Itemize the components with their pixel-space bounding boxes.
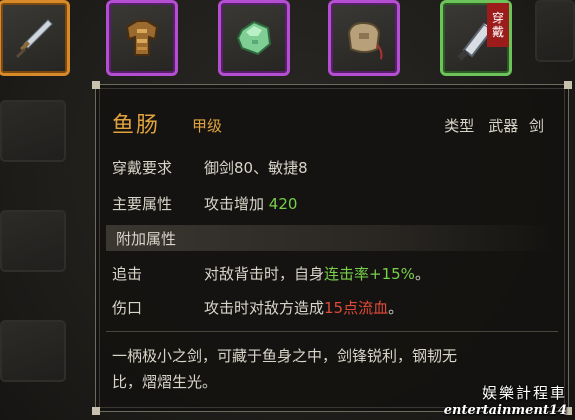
tooltip-corner bbox=[564, 81, 572, 89]
inventory-slot-armor[interactable] bbox=[106, 0, 178, 76]
jade-stone-icon bbox=[236, 20, 272, 56]
effect-name: 追击 bbox=[112, 265, 143, 283]
effect-row: 追击 对敌背击时，自身连击率+15%。 bbox=[112, 263, 430, 284]
effect-highlight: 连击率+15% bbox=[324, 265, 415, 283]
inventory-slot-empty[interactable] bbox=[535, 0, 575, 62]
extra-attributes-title: 附加属性 bbox=[116, 230, 177, 248]
item-grade: 甲级 bbox=[192, 117, 223, 135]
requirement-label: 穿戴要求 bbox=[112, 159, 173, 177]
main-attribute-text: 攻击增加 bbox=[204, 195, 265, 213]
inventory-slot-jade[interactable] bbox=[218, 0, 290, 76]
item-tooltip: 鱼肠 甲级 类型 武器 剑 穿戴要求 御剑80、敏捷8 主要属性 攻击增加 420 附… bbox=[92, 81, 572, 415]
requirement-value: 御剑80、敏捷8 bbox=[204, 159, 308, 177]
inventory-slot-empty[interactable] bbox=[0, 210, 66, 272]
leather-armor-icon bbox=[125, 20, 159, 56]
item-name: 鱼肠 bbox=[112, 113, 161, 138]
equipped-badge: 穿戴 bbox=[487, 3, 509, 47]
item-type: 类型 武器 剑 bbox=[444, 115, 544, 136]
description-line: 一柄极小之剑，可藏于鱼身之中，剑锋锐利，钢韧无 bbox=[112, 347, 458, 365]
effect-name: 伤口 bbox=[112, 299, 143, 317]
equipped-badge-label: 穿戴 bbox=[491, 11, 504, 39]
main-attribute-row: 主要属性 攻击增加 420 bbox=[112, 193, 297, 214]
effect-text-end: 。 bbox=[388, 299, 404, 317]
effect-text-end: 。 bbox=[414, 265, 430, 283]
tooltip-divider bbox=[106, 331, 558, 332]
requirement-row: 穿戴要求 御剑80、敏捷8 bbox=[112, 157, 308, 178]
inventory-slot-sword[interactable]: 穿戴 bbox=[440, 0, 512, 76]
inventory-slot-empty[interactable] bbox=[0, 320, 66, 382]
game-screen: 穿戴 鱼肠 甲级 类型 武器 剑 穿戴要求 御剑80、敏捷8 主要属性 攻击增加 42… bbox=[0, 0, 575, 420]
inventory-slot-dagger[interactable] bbox=[0, 0, 70, 76]
effect-highlight: 15点流血 bbox=[324, 299, 389, 317]
watermark: 娱樂計程車 entertainment14 bbox=[444, 382, 567, 418]
watermark-en: entertainment14 bbox=[443, 403, 567, 418]
item-type-value: 武器 剑 bbox=[488, 117, 544, 135]
item-type-label: 类型 bbox=[444, 117, 475, 135]
dagger-icon bbox=[16, 19, 53, 58]
tooltip-corner bbox=[92, 81, 100, 89]
main-attribute-label: 主要属性 bbox=[112, 195, 173, 213]
effect-row: 伤口 攻击时对敌方造成15点流血。 bbox=[112, 297, 403, 318]
tooltip-header: 鱼肠 甲级 类型 武器 剑 bbox=[106, 101, 558, 145]
inventory-slot-empty[interactable] bbox=[0, 100, 66, 162]
effect-text: 对敌背击时，自身 bbox=[204, 265, 325, 283]
main-attribute-value: 420 bbox=[268, 195, 298, 213]
watermark-cn: 娱樂計程車 bbox=[481, 384, 567, 402]
effect-text: 攻击时对敌方造成 bbox=[204, 299, 325, 317]
pouch-icon bbox=[347, 21, 383, 60]
tooltip-corner bbox=[92, 407, 100, 415]
extra-attributes-header: 附加属性 bbox=[106, 225, 556, 251]
inventory-slot-pouch[interactable] bbox=[328, 0, 400, 76]
